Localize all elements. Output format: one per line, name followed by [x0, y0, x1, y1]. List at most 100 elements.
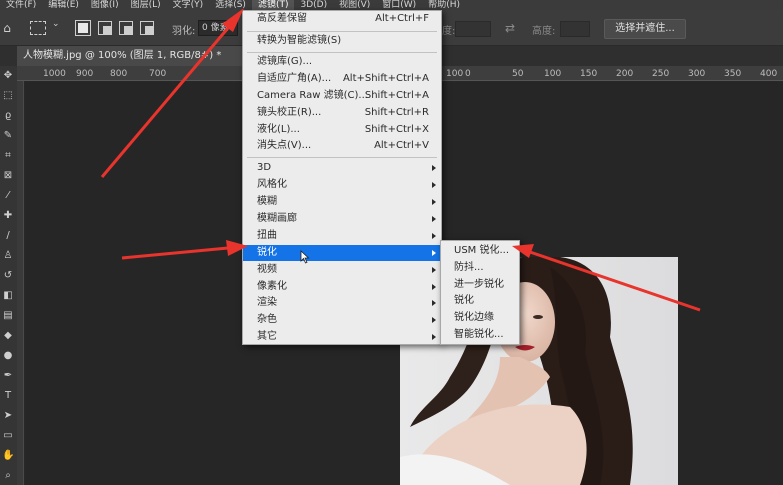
- feather-input[interactable]: 0 像素: [198, 20, 238, 36]
- menu-help[interactable]: 帮助(H): [422, 0, 466, 10]
- menu-bar: 文件(F) 编辑(E) 图像(I) 图层(L) 文字(Y) 选择(S) 滤镜(T…: [0, 0, 783, 10]
- menu-file[interactable]: 文件(F): [0, 0, 42, 10]
- brush-tool-icon[interactable]: /: [2, 230, 14, 242]
- menu-item-shortcut: Shift+Ctrl+X: [364, 124, 429, 135]
- gradient-tool-icon[interactable]: ▤: [2, 310, 14, 322]
- marquee-tool-icon[interactable]: [30, 21, 46, 35]
- menu-divider: [247, 31, 437, 32]
- menu-item-camera-raw[interactable]: Camera Raw 滤镜(C)... Shift+Ctrl+A: [243, 88, 441, 104]
- submenu-item-sharpen[interactable]: 锐化: [441, 293, 519, 309]
- blur-tool-icon[interactable]: ◆: [2, 330, 14, 342]
- hand-tool-icon[interactable]: ✋: [2, 450, 14, 462]
- history-brush-icon[interactable]: ↺: [2, 270, 14, 282]
- menu-item-adaptive-wide-angle[interactable]: 自适应广角(A)... Alt+Shift+Ctrl+A: [243, 71, 441, 87]
- submenu-arrow-icon: [432, 165, 436, 171]
- stamp-tool-icon[interactable]: ♙: [2, 250, 14, 262]
- menu-window[interactable]: 窗口(W): [376, 0, 422, 10]
- eyedropper-tool-icon[interactable]: ⁄: [2, 190, 14, 202]
- dodge-tool-icon[interactable]: ●: [2, 350, 14, 362]
- menu-item-noise[interactable]: 杂色: [243, 312, 441, 328]
- subtract-from-selection-button[interactable]: [119, 21, 133, 35]
- menu-filter[interactable]: 滤镜(T): [251, 0, 295, 10]
- lasso-tool-icon[interactable]: ϱ: [2, 110, 14, 122]
- pen-tool-icon[interactable]: ✒: [2, 370, 14, 382]
- submenu-arrow-icon: [432, 182, 436, 188]
- move-tool-icon[interactable]: ✥: [2, 70, 14, 82]
- eraser-tool-icon[interactable]: ◧: [2, 290, 14, 302]
- submenu-arrow-icon: [432, 267, 436, 273]
- menu-item-3d[interactable]: 3D: [243, 160, 441, 176]
- menu-item-blur[interactable]: 模糊: [243, 194, 441, 210]
- submenu-arrow-icon: [432, 216, 436, 222]
- menu-item-liquify[interactable]: 液化(L)... Shift+Ctrl+X: [243, 122, 441, 138]
- submenu-arrow-icon: [432, 199, 436, 205]
- home-icon[interactable]: ⌂: [0, 20, 14, 36]
- menu-view[interactable]: 视图(V): [333, 0, 376, 10]
- menu-item-video[interactable]: 视频: [243, 262, 441, 278]
- type-tool-icon[interactable]: T: [2, 390, 14, 402]
- menu-item-distort[interactable]: 扭曲: [243, 228, 441, 244]
- menu-item-other[interactable]: 其它: [243, 329, 441, 345]
- height-input[interactable]: [560, 21, 590, 37]
- select-and-mask-button[interactable]: 选择并遮住...: [604, 19, 686, 39]
- menu-item-label: 锐化: [257, 247, 277, 258]
- menu-item-label: 扭曲: [257, 230, 277, 241]
- menu-item-filter-gallery[interactable]: 滤镜库(G)...: [243, 54, 441, 70]
- mouse-cursor-icon: [300, 250, 310, 264]
- menu-item-pixelate[interactable]: 像素化: [243, 279, 441, 295]
- path-select-icon[interactable]: ➤: [2, 410, 14, 422]
- menu-item-shortcut: Shift+Ctrl+R: [364, 107, 429, 118]
- intersect-selection-button[interactable]: [140, 21, 154, 35]
- menu-item-blur-gallery[interactable]: 模糊画廊: [243, 211, 441, 227]
- quick-select-tool-icon[interactable]: ✎: [2, 130, 14, 142]
- add-to-selection-button[interactable]: [98, 21, 112, 35]
- menu-item-label: 其它: [257, 331, 277, 342]
- swap-icon[interactable]: ⇄: [505, 21, 515, 35]
- marquee-tool-icon[interactable]: ⬚: [2, 90, 14, 102]
- menu-3d[interactable]: 3D(D): [294, 0, 333, 10]
- ruler-tick: 0: [465, 69, 471, 79]
- menu-item-convert-smart-filter[interactable]: 转换为智能滤镜(S): [243, 33, 441, 49]
- crop-tool-icon[interactable]: ⌗: [2, 150, 14, 162]
- width-input[interactable]: [455, 21, 491, 37]
- submenu-item-sharpen-edges[interactable]: 锐化边缘: [441, 310, 519, 326]
- ruler-tick: 250: [652, 69, 670, 79]
- menu-item-stylize[interactable]: 风格化: [243, 177, 441, 193]
- submenu-item-shake-reduction[interactable]: 防抖...: [441, 260, 519, 276]
- vertical-ruler: [17, 81, 24, 485]
- menu-item-lens-correction[interactable]: 镜头校正(R)... Shift+Ctrl+R: [243, 105, 441, 121]
- document-tab[interactable]: 人物模糊.jpg @ 100% (图层 1, RGB/8#) *: [17, 46, 247, 66]
- ruler-tick: 700: [149, 69, 167, 79]
- width-label: 度:: [442, 26, 456, 37]
- menu-item-label: 转换为智能滤镜(S): [257, 35, 342, 46]
- menu-item-sharpen[interactable]: 锐化: [243, 245, 441, 261]
- frame-tool-icon[interactable]: ⊠: [2, 170, 14, 182]
- shape-tool-icon[interactable]: ▭: [2, 430, 14, 442]
- menu-item-high-pass[interactable]: 高反差保留 Alt+Ctrl+F: [243, 11, 441, 27]
- chevron-down-icon[interactable]: ⌄: [52, 19, 60, 29]
- ruler-tick: 100: [544, 69, 562, 79]
- menu-item-label: Camera Raw 滤镜(C)...: [257, 90, 368, 101]
- submenu-item-sharpen-more[interactable]: 进一步锐化: [441, 277, 519, 293]
- menu-item-label: 像素化: [257, 281, 287, 292]
- tools-panel: ✥ ⬚ ϱ ✎ ⌗ ⊠ ⁄ ✚ / ♙ ↺ ◧ ▤ ◆ ● ✒ T ➤ ▭ ✋ …: [0, 66, 17, 485]
- menu-select[interactable]: 选择(S): [209, 0, 252, 10]
- ruler-tick: 900: [76, 69, 94, 79]
- menu-type[interactable]: 文字(Y): [167, 0, 210, 10]
- ruler-tick: 400: [760, 69, 778, 79]
- menu-item-label: 滤镜库(G)...: [257, 56, 313, 67]
- menu-image[interactable]: 图像(I): [85, 0, 125, 10]
- new-selection-button[interactable]: [75, 20, 91, 36]
- healing-tool-icon[interactable]: ✚: [2, 210, 14, 222]
- menu-item-render[interactable]: 渲染: [243, 295, 441, 311]
- menu-layer[interactable]: 图层(L): [125, 0, 167, 10]
- menu-item-label: 3D: [257, 162, 272, 173]
- zoom-tool-icon[interactable]: ⌕: [2, 470, 14, 482]
- menu-item-label: 渲染: [257, 297, 277, 308]
- ruler-tick: 1000: [43, 69, 66, 79]
- menu-item-label: 镜头校正(R)...: [257, 107, 322, 118]
- submenu-item-smart-sharpen[interactable]: 智能锐化...: [441, 327, 519, 343]
- menu-item-vanishing-point[interactable]: 消失点(V)... Alt+Ctrl+V: [243, 138, 441, 154]
- menu-edit[interactable]: 编辑(E): [42, 0, 85, 10]
- submenu-item-unsharp-mask[interactable]: USM 锐化...: [441, 243, 519, 259]
